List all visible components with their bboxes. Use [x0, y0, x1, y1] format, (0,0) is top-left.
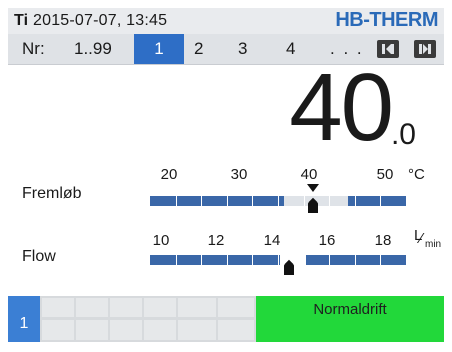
datetime-label: 2015-07-07, 13:45 [33, 12, 168, 29]
temp-tick-30: 30 [230, 166, 248, 183]
channel-badge[interactable]: 1 [8, 296, 40, 342]
unit-tab-3[interactable]: 3 [238, 39, 247, 59]
flow-indicator-icon [283, 259, 294, 275]
gauge-segment-divider [227, 255, 228, 265]
nav-label: Nr: [22, 39, 45, 58]
function-cell[interactable] [42, 298, 74, 317]
flow-tick-18: 18 [374, 232, 392, 249]
flow-tick-12: 12 [207, 232, 225, 249]
function-cell[interactable] [178, 298, 216, 317]
temp-tick-40: 40 [300, 166, 318, 183]
flow-label: Flow [22, 248, 56, 265]
brand-logo: HB-THERM [335, 9, 438, 31]
temperature-readout-decimal: .0 [390, 118, 416, 151]
operating-status: Normaldrift [256, 296, 444, 342]
nav-range: 1..99 [74, 39, 112, 58]
function-cell[interactable] [218, 298, 254, 317]
gauge-segment-divider [304, 255, 305, 265]
gauge-segment-divider [380, 196, 381, 206]
flow-gauge [150, 255, 406, 265]
function-cell[interactable] [178, 320, 216, 340]
gauge-segment-divider [355, 255, 356, 265]
temp-tick-50: 50 [376, 166, 394, 183]
temperature-gauge [150, 196, 406, 206]
flow-tick-10: 10 [152, 232, 170, 249]
flow-tick-14: 14 [263, 232, 281, 249]
gauge-segment-divider [201, 255, 202, 265]
gauge-segment-divider [380, 255, 381, 265]
function-cell[interactable] [42, 320, 74, 340]
gauge-segment-divider [201, 196, 202, 206]
status-bar: 1 Normaldrift [8, 296, 444, 342]
function-cell[interactable] [144, 320, 176, 340]
flow-unit: L ⁄ min [414, 227, 444, 252]
gauge-segment-divider [329, 255, 330, 265]
unit-tab-1[interactable]: 1 [134, 34, 184, 64]
temp-unit: °C [408, 166, 425, 183]
unit-tab-2[interactable]: 2 [194, 39, 203, 59]
gauge-segment-divider [278, 196, 279, 206]
function-grid [40, 296, 256, 342]
datetime-display: Ti 2015-07-07, 13:45 [14, 12, 167, 30]
flow-unit-denominator: min [425, 239, 442, 250]
temperature-readout: 40 [289, 54, 394, 161]
function-cell[interactable] [76, 298, 108, 317]
flow-unit-slash: ⁄ [420, 230, 423, 247]
temp-tick-20: 20 [160, 166, 178, 183]
gauge-segment-divider [227, 196, 228, 206]
function-cell[interactable] [218, 320, 254, 340]
function-cell[interactable] [144, 298, 176, 317]
setpoint-marker-icon [307, 184, 319, 192]
gauge-segment-divider [252, 255, 253, 265]
function-cell[interactable] [110, 320, 142, 340]
gauge-segment-divider [176, 196, 177, 206]
weekday-label: Ti [14, 12, 29, 29]
page-forward-icon[interactable] [414, 40, 436, 58]
temperature-indicator-icon [308, 197, 318, 213]
flow-tick-16: 16 [318, 232, 336, 249]
gauge-segment-divider [278, 255, 279, 265]
temp-label: Fremløb [22, 185, 82, 202]
function-cell[interactable] [76, 320, 108, 340]
gauge-segment-divider [355, 196, 356, 206]
gauge-segment-divider [304, 196, 305, 206]
header-bar: Ti 2015-07-07, 13:45 HB-THERM [8, 8, 444, 34]
gauge-segment-divider [176, 255, 177, 265]
gauge-segment-divider [252, 196, 253, 206]
gauge-segment-divider [329, 196, 330, 206]
function-cell[interactable] [110, 298, 142, 317]
